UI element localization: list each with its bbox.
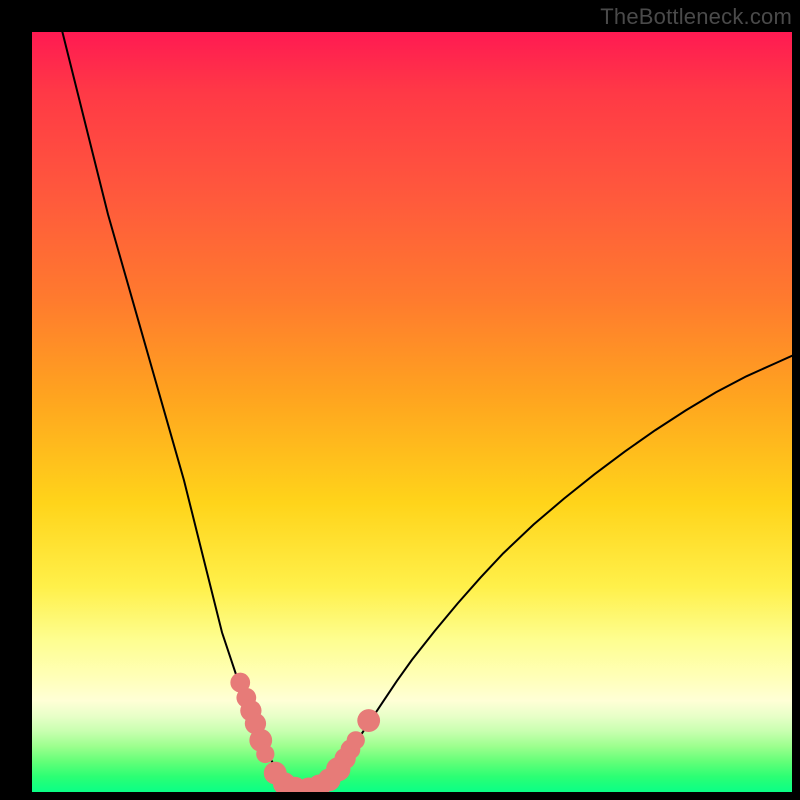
watermark-text: TheBottleneck.com [600,4,792,30]
curve-right-branch [321,356,792,788]
marker-group [230,673,380,792]
marker-dot [256,745,274,763]
chart-svg [32,32,792,792]
plot-area [32,32,792,792]
marker-dot [347,731,365,749]
curve-group [62,32,792,790]
outer-frame: TheBottleneck.com [0,0,800,800]
curve-left-branch [62,32,290,787]
marker-dot [357,709,380,732]
